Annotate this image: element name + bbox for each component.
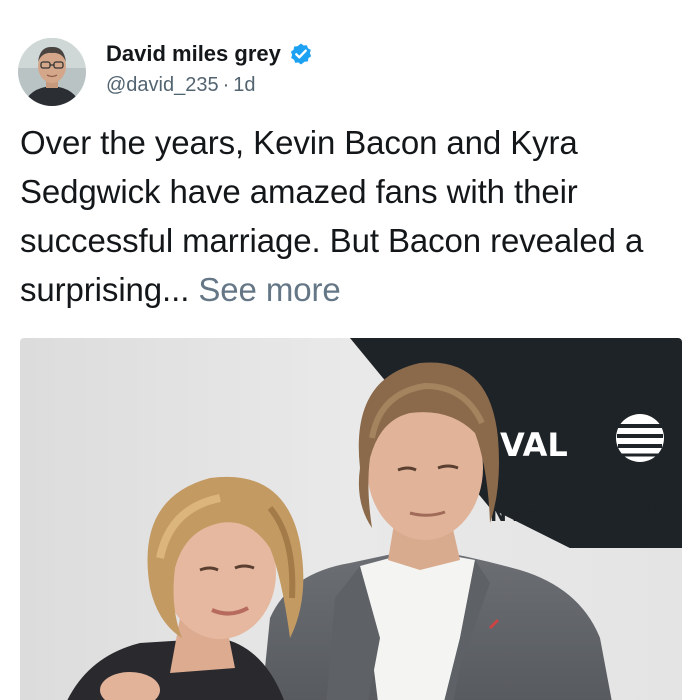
author-meta: @david_235 · 1d: [106, 74, 313, 97]
author-display-name[interactable]: David miles grey: [106, 41, 281, 67]
see-more-link[interactable]: See more: [198, 271, 340, 308]
avatar[interactable]: [18, 38, 86, 106]
meta-separator: ·: [222, 74, 230, 96]
media-photo: VAL NTED BY AT&: [20, 338, 682, 700]
author-identity: David miles grey @david_235 · 1d: [106, 40, 313, 97]
banner-text-2: NTED BY: [490, 502, 600, 526]
tweet-media-image[interactable]: VAL NTED BY AT&: [20, 338, 682, 700]
tweet-header: David miles grey @david_235 · 1d: [18, 38, 313, 106]
author-handle[interactable]: @david_235: [106, 74, 219, 96]
avatar-photo: [18, 38, 86, 106]
verified-badge-icon: [289, 42, 313, 66]
globe-logo-icon: [616, 414, 664, 462]
tweet-body: Over the years, Kevin Bacon and Kyra Sed…: [20, 118, 685, 314]
banner-brand: AT&: [623, 490, 682, 523]
banner-text-1: VAL: [500, 426, 568, 464]
tweet-card: David miles grey @david_235 · 1d Over the …: [0, 0, 700, 700]
post-timestamp[interactable]: 1d: [233, 74, 255, 96]
name-row: David miles grey: [106, 40, 313, 68]
